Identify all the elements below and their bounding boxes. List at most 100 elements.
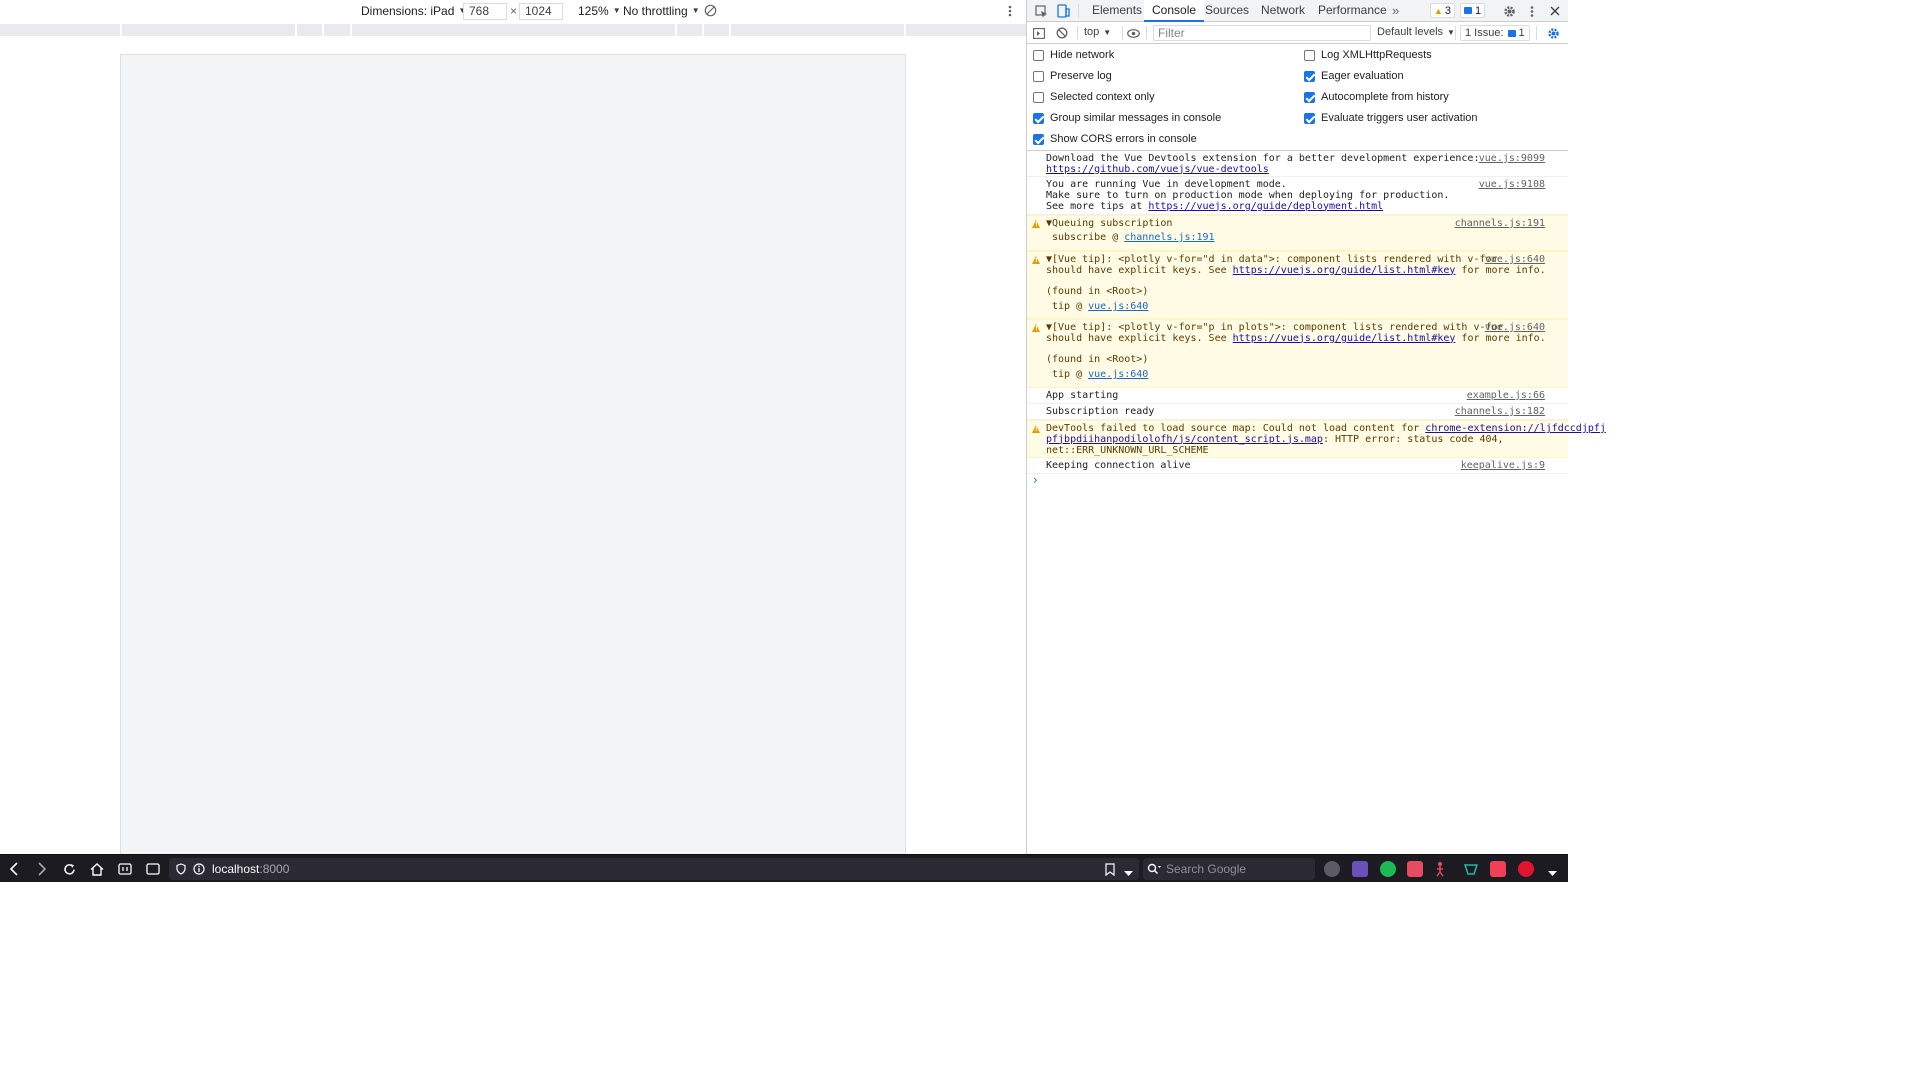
sidebar-toggle-icon[interactable] (1032, 26, 1046, 40)
url-dropdown-icon[interactable] (1124, 866, 1133, 880)
extension-pocket-icon[interactable] (1490, 861, 1506, 877)
extension-spotify-icon[interactable] (1380, 861, 1396, 877)
warnings-count: 3 (1444, 4, 1452, 17)
message-link[interactable]: https://vuejs.org/guide/deployment.html (1148, 201, 1383, 212)
address-bar[interactable]: localhost:8000 (169, 858, 1139, 880)
emulated-page[interactable] (120, 54, 906, 854)
back-icon[interactable] (4, 859, 24, 879)
extension-shape-icon[interactable] (1463, 861, 1479, 877)
message-text[interactable]: ▼Queuing subscription (1046, 218, 1172, 229)
hide-network-checkbox[interactable]: Hide network (1033, 48, 1114, 62)
settings-gear-icon[interactable] (1501, 3, 1517, 19)
tab-network[interactable]: Network (1253, 0, 1313, 22)
checkbox-box[interactable] (1033, 70, 1044, 82)
checkbox-label: Group similar messages in console (1050, 112, 1222, 124)
checkbox-label: Hide network (1050, 49, 1115, 61)
source-link[interactable]: vue.js:640 (1485, 254, 1545, 266)
more-tabs-icon[interactable]: » (1384, 0, 1407, 22)
overflow-menu-icon[interactable] (1548, 866, 1557, 880)
filter-input[interactable]: Filter (1153, 25, 1371, 41)
url-text[interactable]: localhost:8000 (212, 862, 289, 876)
message-link[interactable]: https://vuejs.org/guide/list.html#key (1233, 265, 1456, 276)
checkbox-box[interactable] (1033, 133, 1044, 145)
devtools-panel: Elements Console Sources Network Perform… (1027, 0, 1606, 854)
group-similar-checkbox[interactable]: Group similar messages in console (1033, 111, 1221, 125)
dimensions-dropdown[interactable]: Dimensions: iPad ▼ (361, 0, 466, 21)
bookmark-star-icon[interactable] (1105, 863, 1115, 879)
extension-dark-circle-icon[interactable] (1324, 861, 1340, 877)
message-link[interactable]: https://github.com/vuejs/vue-devtools (1046, 164, 1269, 175)
home-icon[interactable] (87, 859, 107, 879)
console-settings-gear-icon[interactable] (1546, 26, 1560, 40)
preserve-log-checkbox[interactable]: Preserve log (1033, 69, 1112, 83)
tab-sources[interactable]: Sources (1197, 0, 1257, 22)
autocomplete-history-checkbox[interactable]: Autocomplete from history (1304, 90, 1449, 104)
log-xmlhttprequests-checkbox[interactable]: Log XMLHttpRequests (1304, 48, 1432, 62)
context-selector[interactable]: top ▼ (1084, 26, 1111, 38)
extension-css-icon[interactable] (1352, 861, 1368, 877)
tab-elements[interactable]: Elements (1084, 0, 1150, 22)
message-text: Subscription ready (1046, 406, 1155, 417)
source-link[interactable]: channels.js:191 (1455, 218, 1545, 230)
site-info-icon[interactable] (193, 863, 205, 878)
checkbox-box[interactable] (1304, 49, 1315, 61)
more-options-icon[interactable] (1006, 0, 1014, 21)
tab-performance[interactable]: Performance (1310, 0, 1395, 22)
message-text: You are running Vue in development mode. (1046, 179, 1287, 190)
show-cors-errors-checkbox[interactable]: Show CORS errors in console (1033, 132, 1197, 146)
source-link[interactable]: channels.js:182 (1455, 406, 1545, 418)
message-link[interactable]: pfjbpdiihanpodilolofh/js/content_script.… (1046, 434, 1323, 445)
close-icon[interactable] (1547, 3, 1563, 19)
search-bar[interactable]: Search Google (1143, 858, 1315, 880)
messages-badge[interactable]: 1 (1460, 3, 1486, 18)
forward-icon[interactable] (32, 859, 52, 879)
extension-calendar-icon[interactable] (1407, 861, 1423, 877)
rotate-icon[interactable] (704, 0, 717, 21)
message-text: (found in <Root>) (1046, 286, 1149, 297)
checkbox-label: Evaluate triggers user activation (1321, 112, 1478, 124)
extension-youtube-icon[interactable] (1518, 861, 1534, 877)
device-toggle-icon[interactable] (1055, 3, 1071, 19)
issues-button[interactable]: 1 Issue: 1 (1460, 25, 1530, 41)
throttling-dropdown[interactable]: No throttling ▼ (623, 0, 700, 21)
customize-menu-icon[interactable] (1524, 3, 1540, 19)
stack-trace-link[interactable]: channels.js:191 (1124, 232, 1214, 243)
clear-console-icon[interactable] (1055, 26, 1069, 40)
evaluate-triggers-checkbox[interactable]: Evaluate triggers user activation (1304, 111, 1478, 125)
tab-console[interactable]: Console (1144, 0, 1205, 22)
source-link[interactable]: vue.js:640 (1485, 322, 1545, 334)
checkbox-box[interactable] (1033, 49, 1044, 61)
height-input[interactable]: 1024 (519, 3, 563, 20)
tracking-protection-shield-icon[interactable] (176, 863, 186, 878)
checkbox-box[interactable] (1304, 70, 1315, 82)
checkbox-box[interactable] (1304, 112, 1315, 124)
message-link[interactable]: https://vuejs.org/guide/list.html#key (1233, 333, 1456, 344)
sidebar-icon[interactable] (143, 859, 163, 879)
caret-down-icon: ▼ (1103, 27, 1112, 37)
source-link[interactable]: vue.js:9099 (1479, 153, 1545, 165)
inspect-element-icon[interactable] (1033, 3, 1049, 19)
stack-trace-link[interactable]: vue.js:640 (1088, 369, 1148, 380)
message-link[interactable]: chrome-extension://ljfdccdjpfj (1425, 423, 1606, 434)
source-link[interactable]: keepalive.js:9 (1461, 460, 1545, 472)
message-text[interactable]: ▼[Vue tip]: <plotly v-for="p in plots">:… (1046, 322, 1504, 333)
library-icon[interactable] (115, 859, 135, 879)
message-text[interactable]: ▼[Vue tip]: <plotly v-for="d in data">: … (1046, 254, 1498, 265)
extension-figure-icon[interactable] (1435, 861, 1445, 877)
media-query-ruler[interactable] (0, 24, 1026, 36)
reload-icon[interactable] (59, 859, 79, 879)
width-input[interactable]: 768 (463, 3, 507, 20)
console-prompt[interactable]: › (1033, 473, 1038, 487)
checkbox-box[interactable] (1304, 91, 1315, 103)
log-levels-dropdown[interactable]: Default levels ▼ (1377, 26, 1455, 38)
eager-evaluation-checkbox[interactable]: Eager evaluation (1304, 69, 1404, 83)
warnings-badge[interactable]: ▲ 3 (1430, 3, 1456, 18)
source-link[interactable]: vue.js:9108 (1479, 179, 1545, 191)
selected-context-only-checkbox[interactable]: Selected context only (1033, 90, 1155, 104)
checkbox-box[interactable] (1033, 91, 1044, 103)
source-link[interactable]: example.js:66 (1467, 390, 1545, 402)
zoom-dropdown[interactable]: 125% ▼ (578, 0, 621, 21)
live-expression-eye-icon[interactable] (1126, 26, 1140, 40)
checkbox-box[interactable] (1033, 112, 1044, 124)
stack-trace-link[interactable]: vue.js:640 (1088, 301, 1148, 312)
